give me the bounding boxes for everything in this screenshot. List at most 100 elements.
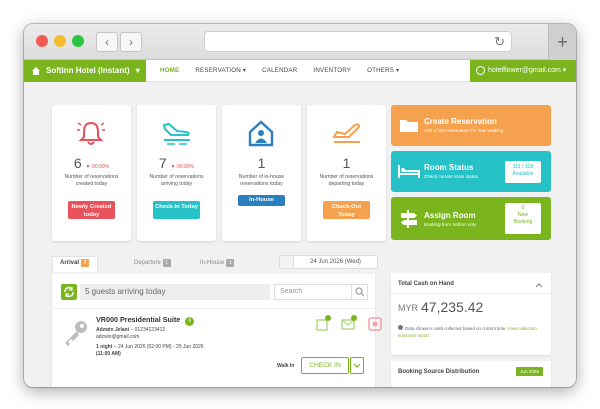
house-person-icon [248, 120, 274, 147]
search-input[interactable]: Search [274, 284, 368, 300]
user-icon [476, 66, 485, 75]
guest-phone: – 01234123412 [130, 327, 166, 333]
bed-icon [398, 165, 420, 178]
guest-email: adzwin@gmail.com [96, 334, 140, 340]
booking-source-title: Booking Source Distribution [398, 369, 480, 375]
info-circle-icon [398, 325, 403, 330]
in-house-count: 1 [257, 155, 266, 171]
new-tab-button[interactable]: + [548, 24, 576, 60]
brand-label: Softinn Hotel (Instant) [46, 66, 130, 75]
nav-inventory[interactable]: INVENTORY [305, 60, 359, 82]
refresh-icon [64, 286, 74, 298]
newly-created-delta: ▼-90.00% [85, 164, 110, 170]
plane-departure-icon [332, 123, 361, 143]
date-display: 24 Jun 2026 (Wed) [310, 259, 361, 265]
stay-nights: 1 night [96, 344, 113, 350]
card-in-house: 1 Number of in-house reservations today … [222, 105, 301, 241]
search-icon[interactable] [351, 285, 367, 299]
minimize-window-button[interactable] [54, 35, 66, 47]
cash-amount: 47,235.42 [421, 299, 484, 315]
divider [391, 293, 551, 294]
nav-home[interactable]: HOME [152, 60, 187, 82]
assign-room-subtitle: Booking from Softinn only [424, 222, 477, 227]
assign-room-panel[interactable]: Assign Room Booking from Softinn only 0 … [391, 197, 551, 240]
folder-icon [400, 120, 418, 132]
user-menu[interactable]: hotelflower@gmail.com ▾ [470, 60, 576, 82]
create-reservation-subtitle: Add a new reservation for new booking [424, 128, 504, 133]
tab-arrival[interactable]: Arrival 7 [60, 259, 90, 267]
browser-toolbar: ‹ › ↻ + [24, 24, 576, 60]
nav-reservation[interactable]: RESERVATION ▾ [187, 60, 254, 82]
in-house-desc: Number of in-house reservations today [238, 174, 285, 187]
check-in-dropdown[interactable] [350, 357, 364, 374]
check-out-desc: Number of reservations departing today [319, 174, 374, 187]
reload-icon[interactable]: ↻ [494, 34, 505, 50]
arrival-filter-label: 5 guests arriving today [80, 284, 270, 300]
check-in-button[interactable]: CHECK IN [301, 357, 349, 374]
reservation-item[interactable]: VR000 Presidential Suite i Adzwin Jelani… [52, 308, 382, 387]
room-status-panel[interactable]: Room Status Check current room status 11… [391, 151, 551, 192]
tab-departure[interactable]: Departure 1 [134, 259, 171, 267]
chevron-down-icon: ▾ [135, 66, 140, 75]
card-check-out: 1 Number of reservations departing today… [307, 105, 386, 241]
room-availability-box: 111 / 118 Available [505, 161, 541, 183]
check-in-today-button[interactable]: Check-In Today [153, 201, 200, 219]
email-sent-icon[interactable] [341, 315, 357, 331]
calendar-icon [280, 256, 294, 268]
close-window-button[interactable] [36, 35, 48, 47]
info-icon[interactable]: i [185, 317, 195, 326]
create-reservation-panel[interactable]: Create Reservation Add a new reservation… [391, 105, 551, 146]
create-reservation-title: Create Reservation [424, 117, 497, 126]
in-house-button[interactable]: In-House [238, 195, 285, 206]
chevron-down-icon [353, 363, 361, 368]
nav-others[interactable]: OTHERS ▾ [359, 60, 407, 82]
nav-calendar[interactable]: CALENDAR [254, 60, 305, 82]
tab-in-house-label: In-House [200, 260, 225, 266]
room-assigned-icon[interactable] [315, 315, 331, 331]
assign-room-title: Assign Room [424, 211, 476, 220]
stay-checkout-time: (11:00 AM) [96, 351, 121, 357]
card-check-in: 7 ▼-90.00% Number of reservations arrivi… [137, 105, 216, 241]
tab-arrival-label: Arrival [60, 260, 80, 266]
payment-icon[interactable] [367, 315, 383, 331]
forward-button[interactable]: › [120, 32, 142, 52]
new-booking-label-2: Booking [513, 219, 533, 225]
plus-icon: + [557, 32, 568, 52]
refresh-button[interactable] [61, 284, 77, 300]
signpost-icon [401, 210, 417, 228]
date-picker[interactable]: 24 Jun 2026 (Wed) [279, 255, 378, 269]
walk-in-label: Walk In [277, 363, 295, 369]
user-email: hotelflower@gmail.com ▾ [488, 67, 567, 74]
reservation-tabs: Arrival 7 Departure 1 In-House 1 [52, 256, 270, 272]
hotel-brand-menu[interactable]: Softinn Hotel (Instant) ▾ [24, 60, 146, 82]
address-bar[interactable]: ↻ [204, 31, 512, 52]
chevron-right-icon: › [129, 35, 133, 49]
chevron-up-icon[interactable] [535, 281, 543, 289]
check-in-desc: Number of reservations arriving today [149, 174, 204, 187]
search-placeholder: Search [280, 288, 303, 295]
room-status-title: Room Status [424, 163, 474, 172]
tab-departure-count: 1 [162, 259, 171, 267]
cash-currency: MYR [398, 303, 418, 313]
card-newly-created: 6 ▼-90.00% Number of reservations create… [52, 105, 131, 241]
tab-in-house[interactable]: In-House 1 [200, 259, 235, 267]
newly-created-button[interactable]: Newly Created today [68, 201, 115, 219]
key-icon [65, 321, 87, 346]
cash-note: Data shown is cash collected based on cu… [405, 326, 507, 331]
guest-name: Adzwin Jelani [96, 327, 130, 333]
home-icon [32, 67, 40, 75]
room-status-subtitle: Check current room status [424, 174, 478, 179]
booking-source-month-badge[interactable]: Jun 2026 [516, 367, 543, 376]
back-button[interactable]: ‹ [96, 32, 118, 52]
room-availability-label: Available [512, 171, 534, 177]
check-out-today-button[interactable]: Check-Out Today [323, 201, 370, 219]
check-in-count: 7 [158, 155, 167, 171]
check-out-count: 1 [342, 155, 351, 171]
arrival-list-panel: 5 guests arriving today Search VR000 Pre… [52, 274, 382, 387]
stay-dates: – 24 Jun 2026 (02:00 PM) - 25 Jun 2026 [113, 344, 204, 350]
room-availability-count: 111 / 118 [512, 164, 534, 170]
maximize-window-button[interactable] [72, 35, 84, 47]
newly-created-desc: Number of reservations created today [64, 174, 119, 187]
main-menu: HOME RESERVATION ▾ CALENDAR INVENTORY OT… [152, 60, 407, 82]
new-booking-box[interactable]: 0 New Booking [505, 203, 541, 234]
